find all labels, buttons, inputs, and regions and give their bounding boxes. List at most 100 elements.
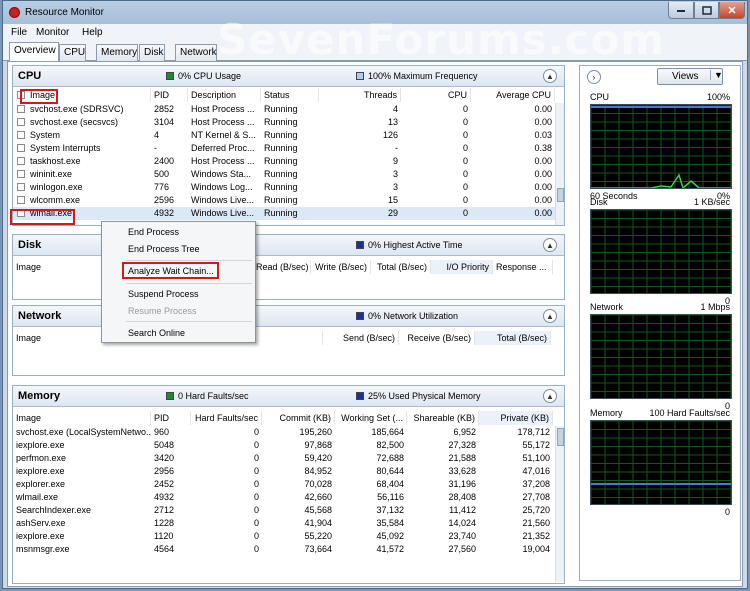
- table-row[interactable]: iexplore.exe 5048 0 97,868 82,500 27,328 55,17…: [13, 439, 553, 452]
- scrollbar-thumb[interactable]: [557, 188, 564, 202]
- row-checkbox[interactable]: [17, 144, 25, 152]
- cpu-list-scrollbar[interactable]: [555, 103, 564, 225]
- table-row[interactable]: SearchIndexer.exe 2712 0 45,568 37,132 11,412…: [13, 504, 553, 517]
- table-cell: 0: [462, 143, 468, 153]
- table-cell: Running: [264, 130, 298, 140]
- column-header-write[interactable]: Write (B/sec): [311, 260, 371, 274]
- column-header-cpu[interactable]: CPU: [401, 88, 471, 102]
- close-button[interactable]: ✕: [719, 2, 745, 19]
- table-cell: perfmon.exe: [16, 453, 67, 463]
- column-header-commit[interactable]: Commit (KB): [262, 411, 335, 425]
- table-cell: 70,028: [304, 479, 332, 489]
- column-header-total[interactable]: Total (B/sec): [371, 260, 431, 274]
- row-checkbox[interactable]: [17, 183, 25, 191]
- column-header-threads[interactable]: Threads: [319, 88, 401, 102]
- table-row[interactable]: svchost.exe (SDRSVC) 2852 Host Process ...…: [13, 103, 555, 116]
- table-row[interactable]: iexplore.exe 2956 0 84,952 80,644 33,628 47,01…: [13, 465, 553, 478]
- table-cell: 72,688: [376, 453, 404, 463]
- resource-monitor-window: Resource Monitor ✕ File Monitor Help Ove…: [2, 0, 748, 589]
- table-row[interactable]: wlmail.exe 4932 0 42,660 56,116 28,408 27,708: [13, 491, 553, 504]
- table-row[interactable]: wininit.exe 500 Windows Sta... Running 3 0 0.0…: [13, 168, 555, 181]
- collapse-chevron-icon[interactable]: ▲: [543, 69, 557, 83]
- column-header-total[interactable]: Total (B/sec): [475, 331, 551, 345]
- table-row[interactable]: wlmail.exe 4932 Windows Live... Running 29 0 0…: [13, 207, 555, 220]
- table-cell: 5048: [154, 440, 175, 450]
- disk-activity-label: 0% Highest Active Time: [368, 240, 463, 250]
- disk-panel-header[interactable]: Disk 0% Highest Active Time ▲: [13, 235, 564, 256]
- column-header-status[interactable]: Status: [261, 88, 319, 102]
- table-row[interactable]: System Interrupts - Deferred Proc... Runnin…: [13, 142, 555, 155]
- table-cell: wlcomm.exe: [30, 195, 81, 205]
- network-panel-header[interactable]: Network 0% Network Utilization ▲: [13, 306, 564, 327]
- table-row[interactable]: wlcomm.exe 2596 Windows Live... Running 15 0 0…: [13, 194, 555, 207]
- minimize-button[interactable]: [668, 2, 694, 19]
- table-cell: 19,004: [522, 544, 550, 554]
- column-header-pid[interactable]: PID: [151, 411, 191, 425]
- column-header-image[interactable]: Image: [13, 411, 151, 425]
- menu-item-end-process[interactable]: End Process: [128, 227, 179, 237]
- column-header-average-cpu[interactable]: Average CPU: [471, 88, 555, 102]
- table-row[interactable]: iexplore.exe 1120 0 55,220 45,092 23,740 21,35…: [13, 530, 553, 543]
- column-header-response[interactable]: Response ...: [493, 260, 553, 274]
- cpu-panel-header[interactable]: CPU 0% CPU Usage 100% Maximum Frequency …: [13, 66, 564, 87]
- table-cell: 776: [154, 182, 170, 192]
- column-header-io-priority[interactable]: I/O Priority: [431, 260, 493, 274]
- table-cell: taskhost.exe: [30, 156, 81, 166]
- menu-item-search-online[interactable]: Search Online: [128, 328, 185, 338]
- table-cell: 0.00: [534, 117, 552, 127]
- scrollbar-thumb[interactable]: [557, 428, 564, 446]
- table-cell: SearchIndexer.exe: [16, 505, 92, 515]
- table-row[interactable]: explorer.exe 2452 0 70,028 68,404 31,196 37,20…: [13, 478, 553, 491]
- table-row[interactable]: perfmon.exe 3420 0 59,420 72,688 21,588 51,100: [13, 452, 553, 465]
- memory-list-scrollbar[interactable]: [555, 426, 564, 582]
- row-checkbox[interactable]: [17, 105, 25, 113]
- collapse-chevron-icon[interactable]: ▲: [543, 309, 557, 323]
- tab-overview[interactable]: Overview: [9, 42, 59, 62]
- menu-help[interactable]: Help: [82, 27, 103, 38]
- menu-monitor[interactable]: Monitor: [36, 27, 69, 38]
- table-cell: 23,740: [448, 531, 476, 541]
- column-header-shareable[interactable]: Shareable (KB): [407, 411, 479, 425]
- table-row[interactable]: System 4 NT Kernel & S... Running 126 0 0.03: [13, 129, 555, 142]
- row-checkbox[interactable]: [17, 170, 25, 178]
- tab-cpu[interactable]: CPU: [59, 44, 86, 61]
- table-cell: 3: [392, 169, 398, 179]
- table-cell: 33,628: [448, 466, 476, 476]
- row-checkbox[interactable]: [17, 196, 25, 204]
- table-row[interactable]: msnmsgr.exe 4564 0 73,664 41,572 27,560 19,004: [13, 543, 553, 556]
- collapse-chevron-icon[interactable]: ▲: [543, 238, 557, 252]
- tab-network[interactable]: Network: [175, 44, 217, 61]
- table-row[interactable]: svchost.exe (LocalSystemNetwo... 960 0 195,…: [13, 426, 553, 439]
- column-header-private[interactable]: Private (KB): [479, 411, 553, 425]
- views-dropdown[interactable]: Views ▼: [657, 68, 723, 85]
- column-header-read[interactable]: Read (B/sec): [253, 260, 311, 274]
- menu-item-suspend-process[interactable]: Suspend Process: [128, 289, 199, 299]
- maximize-button[interactable]: [694, 2, 719, 19]
- column-header-pid[interactable]: PID: [151, 88, 188, 102]
- close-icon: ✕: [727, 4, 737, 17]
- table-row[interactable]: svchost.exe (secsvcs) 3104 Host Process ..…: [13, 116, 555, 129]
- graphs-panel: › Views ▼ CPU 100% 60 Seconds 0% Disk 1 KB/se…: [579, 65, 741, 581]
- column-header-working-set[interactable]: Working Set (...: [335, 411, 407, 425]
- tab-memory[interactable]: Memory: [96, 44, 138, 61]
- column-header-send[interactable]: Send (B/sec): [323, 331, 399, 345]
- collapse-chevron-icon[interactable]: ▲: [543, 389, 557, 403]
- column-header-description[interactable]: Description: [188, 88, 261, 102]
- column-header-receive[interactable]: Receive (B/sec): [399, 331, 475, 345]
- table-cell: 42,660: [304, 492, 332, 502]
- table-row[interactable]: taskhost.exe 2400 Host Process ... Running 9…: [13, 155, 555, 168]
- menu-item-end-process-tree[interactable]: End Process Tree: [128, 244, 200, 254]
- table-row[interactable]: winlogon.exe 776 Windows Log... Running 3 0 0.…: [13, 181, 555, 194]
- row-checkbox[interactable]: [17, 131, 25, 139]
- expand-graphs-button[interactable]: ›: [587, 70, 601, 84]
- table-cell: 0.00: [534, 169, 552, 179]
- row-checkbox[interactable]: [17, 157, 25, 165]
- column-header-hard-faults[interactable]: Hard Faults/sec: [191, 411, 262, 425]
- table-cell: 0: [253, 466, 259, 476]
- menu-file[interactable]: File: [11, 27, 27, 38]
- tab-disk[interactable]: Disk: [139, 44, 165, 61]
- row-checkbox[interactable]: [17, 118, 25, 126]
- memory-panel-header[interactable]: Memory 0 Hard Faults/sec 25% Used Physic…: [13, 386, 564, 407]
- table-row[interactable]: ashServ.exe 1228 0 41,904 35,584 14,024 21,560: [13, 517, 553, 530]
- table-cell: 3: [392, 182, 398, 192]
